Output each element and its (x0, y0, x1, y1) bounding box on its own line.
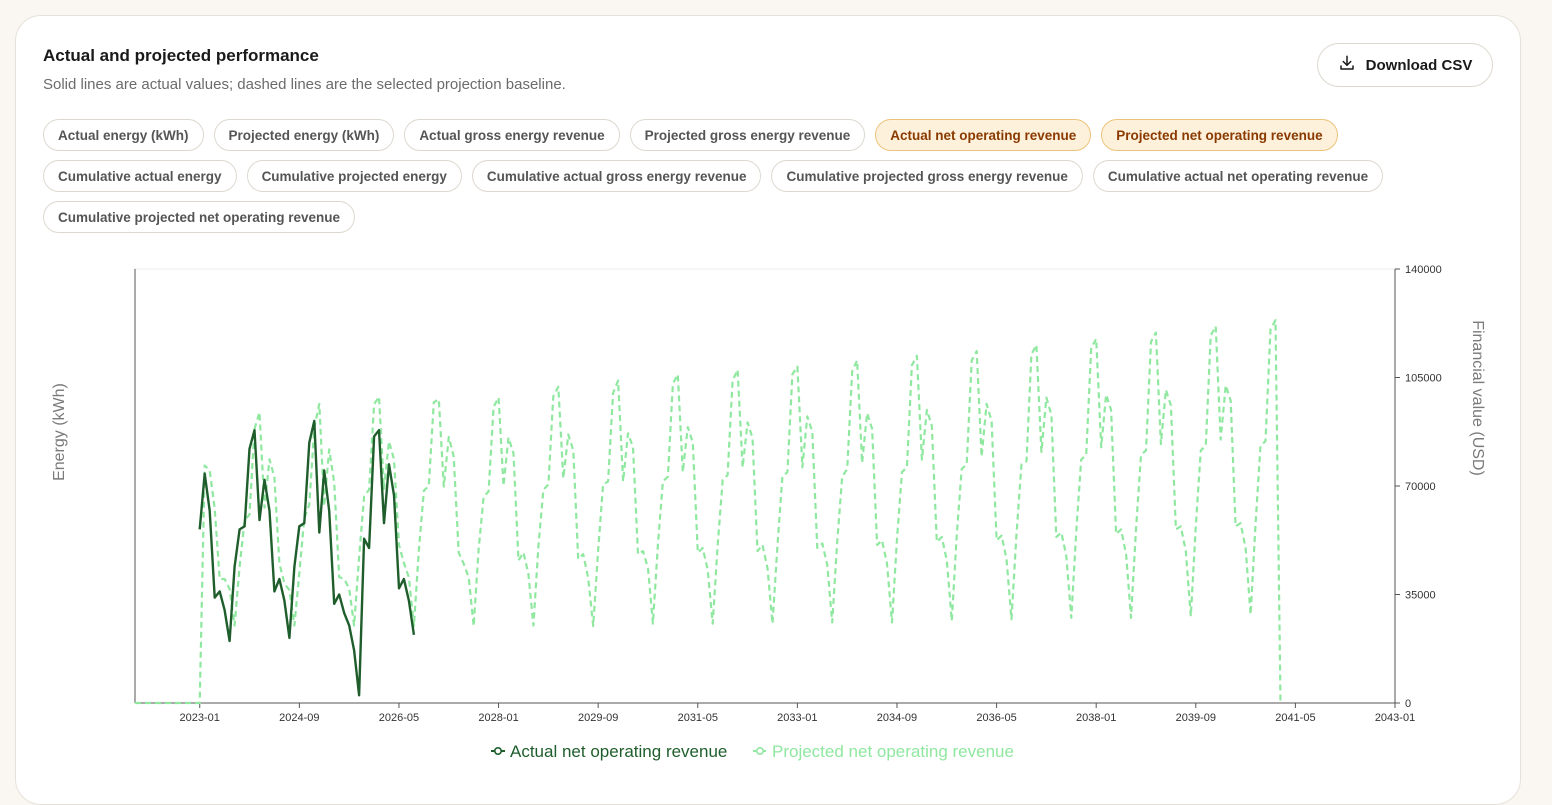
y-tick-label: 35000 (1405, 590, 1436, 602)
actual-series-line (198, 419, 416, 697)
y-tick-label: 105000 (1405, 373, 1442, 385)
y-axis-right-title: Financial value (USD) (1469, 320, 1486, 476)
y-tick-label: 0 (1405, 698, 1411, 710)
x-tick-label: 2034-09 (877, 712, 917, 724)
legend-swatch-marker (493, 746, 502, 755)
x-tick-label: 2024-09 (279, 712, 319, 724)
legend-swatch-marker (755, 746, 764, 755)
x-tick-label: 2029-09 (578, 712, 618, 724)
y-tick-label: 140000 (1405, 264, 1442, 276)
x-tick-label: 2039-09 (1176, 712, 1216, 724)
x-tick-label: 2043-01 (1375, 712, 1415, 724)
x-tick-label: 2041-05 (1275, 712, 1315, 724)
x-tick-label: 2038-01 (1076, 712, 1116, 724)
legend-label: Actual net operating revenue (510, 742, 727, 761)
x-tick-label: 2023-01 (180, 712, 220, 724)
legend-label: Projected net operating revenue (772, 742, 1014, 761)
legend-item-projected[interactable]: Projected net operating revenue (753, 742, 1014, 761)
x-tick-label: 2036-05 (976, 712, 1016, 724)
legend-item-actual[interactable]: Actual net operating revenue (491, 742, 727, 761)
x-tick-label: 2028-01 (478, 712, 518, 724)
chart-series (135, 319, 1282, 705)
x-tick-label: 2026-05 (379, 712, 419, 724)
x-tick-label: 2031-05 (678, 712, 718, 724)
chart-legend: Actual net operating revenue Projected ne… (491, 742, 1014, 761)
y-tick-label: 70000 (1405, 481, 1436, 493)
projected-series-line (135, 319, 1282, 705)
x-tick-label: 2033-01 (777, 712, 817, 724)
y-axis-left-title: Energy (kWh) (51, 383, 68, 481)
performance-chart: 2023-01 2024-09 2026-05 2028-01 2029-09 2031-… (51, 264, 1486, 761)
